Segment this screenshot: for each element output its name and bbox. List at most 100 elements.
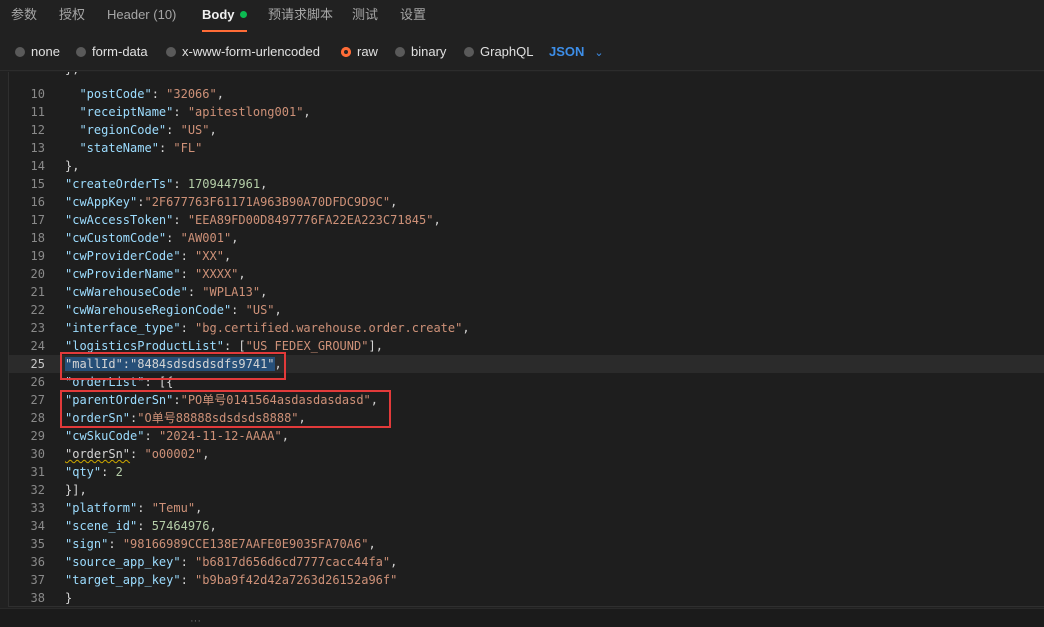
code-token: "bg.certified.warehouse.order.create" bbox=[195, 321, 463, 335]
code-text: }], bbox=[65, 481, 87, 499]
line-number: 25 bbox=[30, 357, 45, 371]
mode-raw[interactable]: raw bbox=[341, 43, 378, 61]
code-line[interactable]: 28 "orderSn":"O单号88888sdsdsds8888", bbox=[9, 409, 1044, 427]
code-token: "source_app_key" bbox=[65, 555, 181, 569]
code-line[interactable]: 33 "platform": "Temu", bbox=[9, 499, 1044, 517]
code-line[interactable]: 26 "orderList": [{ bbox=[9, 373, 1044, 391]
code-line[interactable]: 10 "postCode": "32066", bbox=[9, 85, 1044, 103]
code-token: : bbox=[158, 141, 174, 155]
code-line[interactable]: 35 "sign": "98166989CCE138E7AAFE0E9035FA7… bbox=[9, 535, 1044, 553]
code-token: "US" bbox=[245, 303, 275, 317]
body-mode-selector: none form-data x-www-form-urlencoded raw… bbox=[0, 32, 1044, 71]
code-line[interactable]: 16 "cwAppKey":"2F677763F61171A963B90A70DF… bbox=[9, 193, 1044, 211]
line-number: 20 bbox=[30, 267, 45, 281]
radio-icon[interactable] bbox=[15, 46, 25, 57]
code-line[interactable]: 13 "stateName": "FL" bbox=[9, 139, 1044, 157]
code-token: "cwWarehouseRegionCode" bbox=[65, 303, 232, 317]
tab-params[interactable]: 参数 bbox=[11, 0, 37, 32]
code-text: "cwAccessToken": "EEA89FD00D8497776FA22E… bbox=[65, 211, 441, 229]
tab-tests[interactable]: 测试 bbox=[352, 0, 378, 32]
line-number: 18 bbox=[30, 231, 45, 245]
code-token: , bbox=[390, 195, 398, 209]
code-token: "Temu" bbox=[151, 501, 196, 515]
code-line[interactable]: 20 "cwProviderName": "XXXX", bbox=[9, 265, 1044, 283]
code-line[interactable]: 34 "scene_id": 57464976, bbox=[9, 517, 1044, 535]
code-line[interactable]: 17 "cwAccessToken": "EEA89FD00D8497776FA2… bbox=[9, 211, 1044, 229]
code-text: "stateName": "FL" bbox=[65, 139, 202, 157]
code-token: , bbox=[216, 87, 224, 101]
tab-settings[interactable]: 设置 bbox=[400, 0, 426, 32]
code-token: } bbox=[65, 591, 73, 605]
code-line[interactable]: 19 "cwProviderCode": "XX", bbox=[9, 247, 1044, 265]
code-text: "sign": "98166989CCE138E7AAFE0E9035FA70A… bbox=[65, 535, 376, 553]
code-token: "XX" bbox=[195, 249, 224, 263]
chevron-down-icon: ⌄ bbox=[594, 47, 604, 59]
code-line[interactable]: 21 "cwWarehouseCode": "WPLA13", bbox=[9, 283, 1044, 301]
code-line[interactable]: 36 "source_app_key": "b6817d656d6cd7777ca… bbox=[9, 553, 1044, 571]
code-token: "cwCustomCode" bbox=[65, 231, 167, 245]
code-text: }, bbox=[65, 157, 79, 175]
code-line[interactable]: 15 "createOrderTs": 1709447961, bbox=[9, 175, 1044, 193]
code-text: "mallId":"8484sdsdsdsdfs9741", bbox=[65, 355, 282, 373]
raw-format-dropdown[interactable]: JSON ⌄ bbox=[549, 43, 604, 61]
code-line[interactable]: 27 "parentOrderSn":"PO单号0141564asdasdasda… bbox=[9, 391, 1044, 409]
code-text: "interface_type": "bg.certified.warehous… bbox=[65, 319, 470, 337]
code-token: , bbox=[281, 429, 289, 443]
code-line[interactable]: 22 "cwWarehouseRegionCode": "US", bbox=[9, 301, 1044, 319]
partial-previous-line: }, bbox=[65, 72, 79, 78]
code-token: }, bbox=[65, 159, 80, 173]
code-line[interactable]: 25 "mallId":"8484sdsdsdsdfs9741", bbox=[9, 355, 1044, 373]
code-text: "orderSn":"O单号88888sdsdsds8888", bbox=[65, 409, 306, 427]
code-line[interactable]: 24 "logisticsProductList": ["US_FEDEX_GRO… bbox=[9, 337, 1044, 355]
mode-graphql[interactable]: GraphQL bbox=[464, 43, 533, 61]
code-text: "receiptName": "apitestlong001", bbox=[65, 103, 310, 121]
code-line[interactable]: 31 "qty": 2 bbox=[9, 463, 1044, 481]
line-number: 19 bbox=[30, 249, 45, 263]
tab-label: Header bbox=[107, 7, 150, 22]
mode-x-www-form-urlencoded[interactable]: x-www-form-urlencoded bbox=[166, 43, 320, 61]
json-code-editor[interactable]: }, 10 "postCode": "32066",11 "receiptNam… bbox=[8, 72, 1044, 607]
tab-header[interactable]: Header (10) bbox=[107, 0, 176, 32]
code-token: : bbox=[173, 105, 188, 119]
code-line[interactable]: 11 "receiptName": "apitestlong001", bbox=[9, 103, 1044, 121]
mode-label: form-data bbox=[92, 44, 148, 59]
code-line[interactable]: 29 "cwSkuCode": "2024-11-12-AAAA", bbox=[9, 427, 1044, 445]
code-token: "cwAppKey" bbox=[65, 195, 138, 209]
code-token: "US" bbox=[180, 123, 210, 137]
code-line[interactable]: 23 "interface_type": "bg.certified.wareho… bbox=[9, 319, 1044, 337]
radio-icon[interactable] bbox=[76, 46, 86, 57]
mode-none[interactable]: none bbox=[15, 43, 60, 61]
code-text: "cwAppKey":"2F677763F61171A963B90A70DFDC… bbox=[65, 193, 397, 211]
line-number: 23 bbox=[30, 321, 45, 335]
line-number: 11 bbox=[30, 105, 45, 119]
code-line[interactable]: 18 "cwCustomCode": "AW001", bbox=[9, 229, 1044, 247]
code-token: ], bbox=[368, 339, 383, 353]
code-token: : bbox=[151, 87, 167, 101]
code-text: "parentOrderSn":"PO单号0141564asdasdasdasd… bbox=[65, 391, 378, 409]
radio-icon[interactable] bbox=[395, 46, 405, 57]
tab-auth[interactable]: 授权 bbox=[59, 0, 85, 32]
code-token: "postCode" bbox=[79, 87, 152, 101]
code-text: "cwWarehouseCode": "WPLA13", bbox=[65, 283, 267, 301]
code-token: "cwWarehouseCode" bbox=[65, 285, 188, 299]
code-token: , bbox=[368, 537, 376, 551]
tab-body[interactable]: Body bbox=[202, 0, 247, 32]
radio-icon[interactable] bbox=[166, 46, 176, 57]
code-line[interactable]: 14}, bbox=[9, 157, 1044, 175]
radio-icon[interactable] bbox=[464, 46, 474, 57]
code-token: "target_app_key" bbox=[65, 573, 181, 587]
mode-form-data[interactable]: form-data bbox=[76, 43, 148, 61]
code-token: "EEA89FD00D8497776FA22EA223C71845" bbox=[187, 213, 434, 227]
mode-binary[interactable]: binary bbox=[395, 43, 446, 61]
code-line[interactable]: 12 "regionCode": "US", bbox=[9, 121, 1044, 139]
code-line[interactable]: 37 "target_app_key": "b9ba9f42d42a7263d26… bbox=[9, 571, 1044, 589]
code-line[interactable]: 30 "orderSn": "o00002", bbox=[9, 445, 1044, 463]
code-token: }], bbox=[65, 483, 87, 497]
code-line[interactable]: 38} bbox=[9, 589, 1044, 606]
line-number: 15 bbox=[30, 177, 45, 191]
code-line[interactable]: 32}], bbox=[9, 481, 1044, 499]
code-token: "cwProviderName" bbox=[65, 267, 181, 281]
tab-pre-request-script[interactable]: 预请求脚本 bbox=[268, 0, 333, 32]
radio-selected-icon[interactable] bbox=[341, 46, 351, 57]
